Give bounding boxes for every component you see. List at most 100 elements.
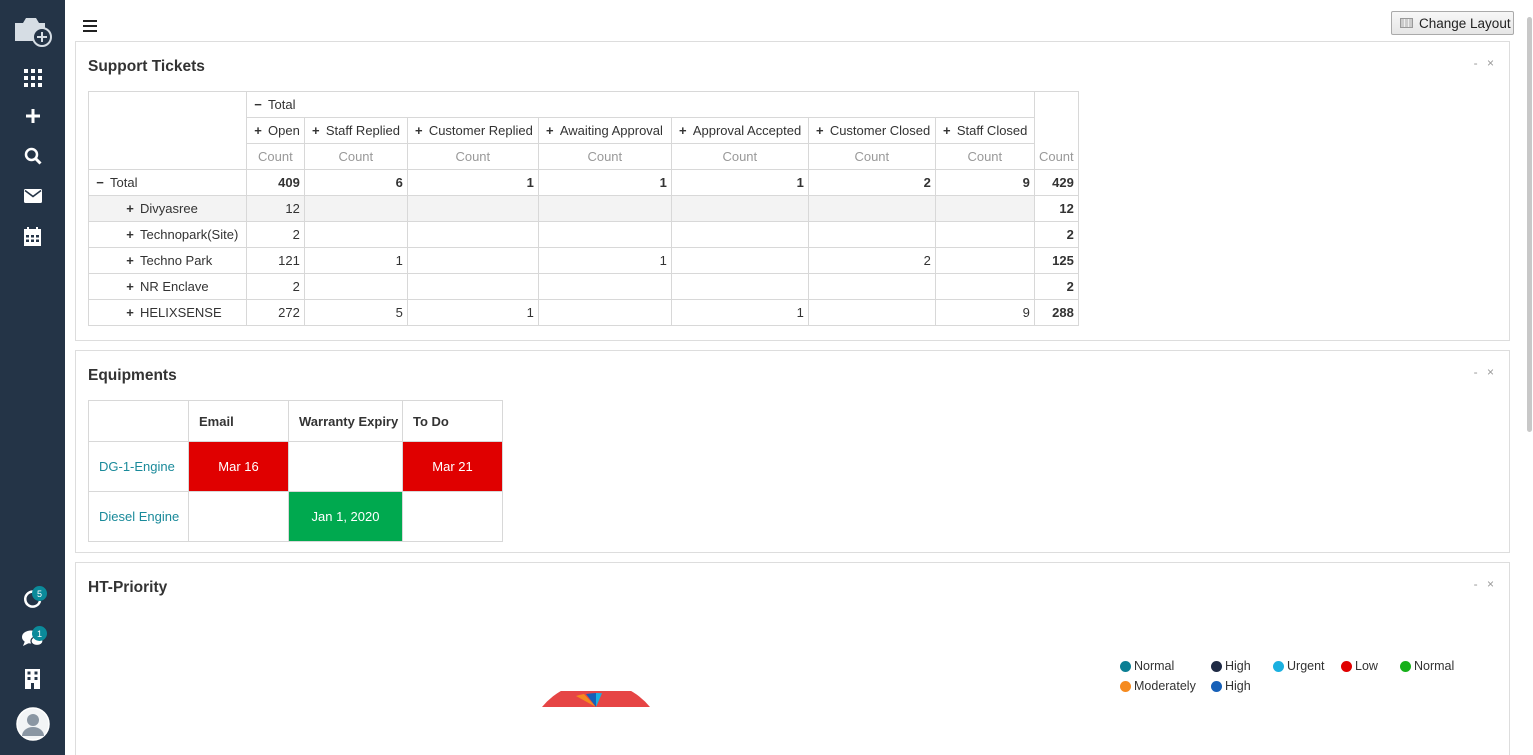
building-icon[interactable] xyxy=(0,668,65,690)
expand-icon[interactable]: + xyxy=(309,123,323,138)
add-camera-icon[interactable] xyxy=(0,12,65,48)
panel-controls[interactable]: - × xyxy=(1474,577,1497,591)
legend-dot-icon xyxy=(1341,660,1352,672)
equip-header-blank xyxy=(88,400,189,442)
collapse-icon[interactable]: − xyxy=(93,175,107,190)
pivot-cell xyxy=(406,221,539,248)
collapse-icon[interactable]: − xyxy=(251,97,265,112)
legend-item[interactable]: High xyxy=(1211,659,1251,673)
pivot-cell xyxy=(537,221,672,248)
pivot-row-total: 2 xyxy=(1033,221,1079,248)
pivot-cell xyxy=(670,195,809,222)
todo-cell xyxy=(402,491,503,542)
legend-item[interactable]: Normal xyxy=(1120,659,1174,673)
legend-item[interactable]: Low xyxy=(1341,659,1378,673)
pivot-cell: 1 xyxy=(303,247,408,274)
mail-icon[interactable] xyxy=(0,186,65,206)
pivot-grand-total: 429 xyxy=(1033,169,1079,196)
pivot-cell: 9 xyxy=(934,169,1035,196)
warranty-cell xyxy=(288,441,403,492)
apps-grid-icon[interactable] xyxy=(0,68,65,88)
pivot-cell: 121 xyxy=(246,247,305,274)
pivot-cell xyxy=(934,273,1035,300)
table-row: + HELIXSENSE 272 5 1 1 9 288 xyxy=(88,299,1079,326)
expand-icon[interactable]: + xyxy=(251,123,265,138)
expand-icon[interactable]: + xyxy=(676,123,690,138)
pivot-count-label: Count xyxy=(406,143,539,170)
pivot-count-row: Count Count Count Count Count Count Count Count xyxy=(88,143,1079,170)
pivot-row-header[interactable]: − Total xyxy=(88,169,247,196)
expand-icon[interactable]: + xyxy=(123,253,137,268)
expand-icon[interactable]: + xyxy=(412,123,426,138)
warranty-cell: Jan 1, 2020 xyxy=(288,491,403,542)
legend-item[interactable]: Moderately xyxy=(1120,679,1196,693)
pivot-cell xyxy=(406,195,539,222)
pivot-total-row: − Total 409 6 1 1 1 2 9 429 xyxy=(88,169,1079,196)
legend-item[interactable]: Urgent xyxy=(1273,659,1325,673)
calendar-icon[interactable] xyxy=(0,225,65,247)
pivot-total-header[interactable]: − Total xyxy=(246,91,1035,118)
pivot-cell xyxy=(807,273,936,300)
todo-cell: Mar 21 xyxy=(402,441,503,492)
pivot-row-header[interactable]: + Divyasree xyxy=(88,195,247,222)
pivot-count-label: Count xyxy=(807,143,936,170)
expand-icon[interactable]: + xyxy=(123,227,137,242)
pivot-cell xyxy=(670,247,809,274)
pivot-column-header[interactable]: + Staff Closed xyxy=(934,117,1035,144)
pivot-cell: 2 xyxy=(807,247,936,274)
equip-header-todo: To Do xyxy=(402,400,503,442)
pivot-column-header[interactable]: + Staff Replied xyxy=(303,117,408,144)
pivot-cell xyxy=(406,273,539,300)
pivot-count-label: Count xyxy=(934,143,1035,170)
layout-icon xyxy=(1400,18,1413,28)
pivot-cell: 1 xyxy=(537,247,672,274)
pivot-cell xyxy=(303,273,408,300)
pivot-cell xyxy=(670,273,809,300)
main-content: Change Layout Support Tickets - × − Total… xyxy=(65,0,1533,755)
legend-item[interactable]: Normal xyxy=(1400,659,1454,673)
pivot-row-header[interactable]: + NR Enclave xyxy=(88,273,247,300)
email-cell: Mar 16 xyxy=(188,441,289,492)
pivot-corner-right xyxy=(1033,91,1079,144)
expand-icon[interactable]: + xyxy=(543,123,557,138)
pivot-column-header[interactable]: + Approval Accepted xyxy=(670,117,809,144)
table-row: + Techno Park 121 1 1 2 125 xyxy=(88,247,1079,274)
support-tickets-pivot-table: − Total + Open + Staff Replied + Customer Repl… xyxy=(88,91,1079,326)
panel-controls[interactable]: - × xyxy=(1474,365,1497,379)
pivot-corner xyxy=(88,91,247,144)
pivot-column-header[interactable]: + Awaiting Approval xyxy=(537,117,672,144)
user-avatar-icon[interactable] xyxy=(0,706,65,742)
equip-header-warranty: Warranty Expiry xyxy=(288,400,403,442)
expand-icon[interactable]: + xyxy=(123,305,137,320)
expand-icon[interactable]: + xyxy=(123,201,137,216)
support-tickets-panel: Support Tickets - × − Total + Open + Staff R… xyxy=(75,41,1510,341)
pivot-cell: 1 xyxy=(406,169,539,196)
pivot-cell xyxy=(670,221,809,248)
search-icon[interactable] xyxy=(0,146,65,166)
expand-icon[interactable]: + xyxy=(813,123,827,138)
page-scrollbar[interactable] xyxy=(1527,17,1532,432)
sidebar: 5 1 xyxy=(0,0,65,755)
pivot-cell: 409 xyxy=(246,169,305,196)
pivot-row-header[interactable]: + Techno Park xyxy=(88,247,247,274)
pivot-column-header[interactable]: + Customer Replied xyxy=(406,117,539,144)
equipment-link[interactable]: DG-1-Engine xyxy=(88,441,189,492)
pivot-row-header[interactable]: + HELIXSENSE xyxy=(88,299,247,326)
pivot-column-header[interactable]: + Open xyxy=(246,117,305,144)
pivot-column-header[interactable]: + Customer Closed xyxy=(807,117,936,144)
legend-item[interactable]: High xyxy=(1211,679,1251,693)
pivot-row-header[interactable]: + Technopark(Site) xyxy=(88,221,247,248)
menu-toggle-icon[interactable] xyxy=(83,20,97,35)
plus-icon[interactable] xyxy=(0,106,65,126)
pivot-row-total: 288 xyxy=(1033,299,1079,326)
expand-icon[interactable]: + xyxy=(123,279,137,294)
panel-title: Support Tickets xyxy=(88,58,205,75)
panel-controls[interactable]: - × xyxy=(1474,56,1497,70)
expand-icon[interactable]: + xyxy=(940,123,954,138)
change-layout-button[interactable]: Change Layout xyxy=(1391,11,1514,35)
ht-priority-panel: HT-Priority - × Normal High Urgent Low Norma… xyxy=(75,562,1510,755)
pivot-cell: 1 xyxy=(670,169,809,196)
legend-dot-icon xyxy=(1211,660,1222,672)
equipment-link[interactable]: Diesel Engine xyxy=(88,491,189,542)
pivot-cell: 272 xyxy=(246,299,305,326)
